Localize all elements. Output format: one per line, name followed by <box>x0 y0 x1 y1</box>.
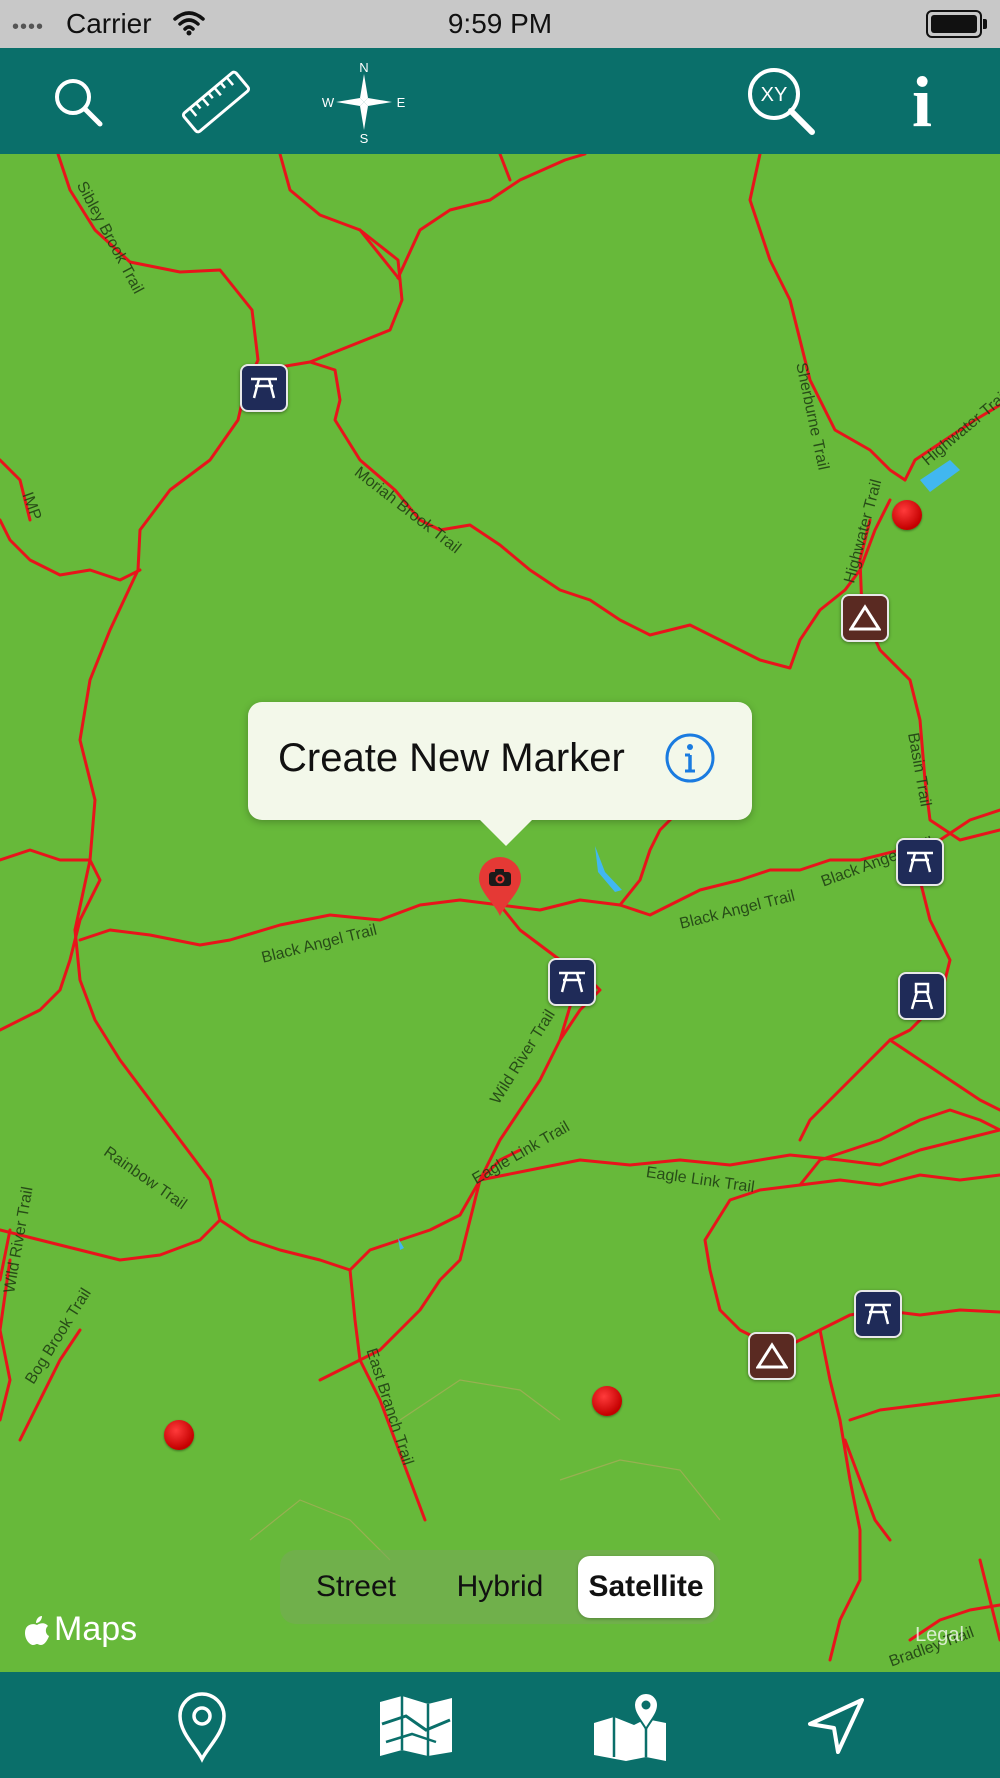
red-dot-marker[interactable] <box>892 500 922 530</box>
map-type-hybrid[interactable]: Hybrid <box>430 1556 570 1618</box>
bottom-tab-bar <box>0 1672 1000 1778</box>
search-icon <box>55 79 103 127</box>
map-type-satellite[interactable]: Satellite <box>578 1556 714 1618</box>
search-button[interactable] <box>36 60 120 144</box>
top-toolbar: N S W E XY i <box>0 48 1000 154</box>
apple-logo-icon <box>25 1615 49 1645</box>
measure-button[interactable] <box>174 60 258 144</box>
svg-text:XY: XY <box>761 84 788 106</box>
compass-button[interactable]: N S W E <box>322 60 406 144</box>
camera-pin-icon <box>479 857 521 916</box>
status-bar: •••• Carrier 9:59 PM <box>0 0 1000 48</box>
ruler-icon <box>181 70 251 134</box>
svg-text:E: E <box>397 95 406 110</box>
red-dot-marker[interactable] <box>164 1420 194 1450</box>
picnic-area-icon[interactable] <box>896 838 944 886</box>
info-icon: i <box>911 62 932 142</box>
picnic-area-icon[interactable] <box>548 958 596 1006</box>
picnic-area-icon[interactable] <box>854 1290 902 1338</box>
svg-text:S: S <box>360 131 369 144</box>
map-location-icon <box>594 1692 666 1761</box>
maps-label: Maps <box>54 1610 138 1648</box>
tab-markers[interactable] <box>160 1684 244 1768</box>
callout-title: Create New Marker <box>278 736 625 780</box>
battery-icon <box>926 10 987 38</box>
red-dot-marker[interactable] <box>592 1386 622 1416</box>
compass-rose-icon: N S W E <box>322 60 406 144</box>
apple-maps-logo: Maps <box>24 1610 137 1649</box>
create-marker-callout[interactable]: Create New Marker <box>248 702 752 846</box>
info-circle-icon <box>665 733 715 783</box>
lookout-tower-icon[interactable] <box>898 972 946 1020</box>
tab-maps[interactable] <box>374 1684 458 1768</box>
map-type-street[interactable]: Street <box>286 1556 426 1618</box>
status-time: 9:59 PM <box>447 8 553 39</box>
dropped-pin[interactable] <box>477 856 523 918</box>
campground-icon[interactable] <box>748 1332 796 1380</box>
campground-icon[interactable] <box>841 594 889 642</box>
location-pin-icon <box>178 1692 226 1763</box>
info-button[interactable]: i <box>880 60 964 144</box>
tab-map-location[interactable] <box>588 1684 672 1768</box>
coordinate-search-button[interactable]: XY <box>740 60 824 144</box>
navigation-arrow-icon <box>808 1698 864 1754</box>
picnic-area-icon[interactable] <box>240 364 288 412</box>
legal-link[interactable]: Legal <box>915 1624 964 1647</box>
folded-map-icon <box>380 1696 452 1756</box>
callout-info-button[interactable] <box>664 732 716 784</box>
xy-coordinate-search-icon: XY <box>748 68 815 135</box>
tab-navigate[interactable] <box>794 1684 878 1768</box>
svg-text:W: W <box>322 95 335 110</box>
map-type-segmented-control: Street Hybrid Satellite <box>280 1550 720 1624</box>
svg-text:N: N <box>359 60 368 75</box>
